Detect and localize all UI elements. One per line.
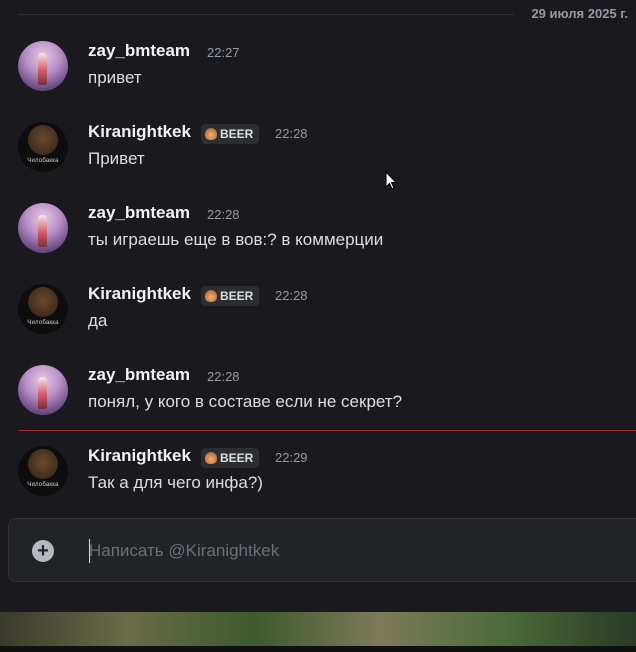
background-image-strip (0, 612, 636, 652)
message: Чилобакка Kiranightkek BEER 22:28 да (0, 284, 636, 354)
timestamp: 22:28 (275, 288, 308, 303)
plus-circle-icon[interactable]: + (32, 540, 54, 562)
divider-line (18, 14, 514, 15)
beer-icon (205, 452, 217, 464)
server-tag[interactable]: BEER (201, 124, 260, 144)
beer-icon (205, 128, 217, 140)
beer-icon (205, 290, 217, 302)
avatar-caption: Чилобакка (27, 482, 59, 488)
message-text: Привет (88, 149, 145, 168)
message: zay_bmteam 22:28 ты играешь еще в вов:? … (0, 203, 636, 273)
message-text: Так а для чего инфа?) (88, 473, 263, 492)
username[interactable]: zay_bmteam (88, 203, 190, 223)
message: Чилобакка Kiranightkek BEER 22:29 Так а … (0, 446, 636, 516)
message: zay_bmteam 22:28 понял, у кого в составе… (0, 365, 636, 435)
avatar[interactable] (18, 203, 68, 253)
timestamp: 22:27 (207, 45, 240, 60)
message-text: привет (88, 68, 142, 87)
chat-area: 29 июля 2025 г. zay_bmteam 22:27 привет … (0, 0, 636, 612)
message-composer: + (8, 518, 636, 582)
server-tag-label: BEER (220, 289, 254, 303)
mouse-cursor-icon (385, 171, 397, 190)
message-input[interactable] (89, 537, 589, 565)
avatar[interactable] (18, 365, 68, 415)
message-text: понял, у кого в составе если не секрет? (88, 392, 403, 411)
username[interactable]: Kiranightkek (88, 446, 191, 466)
server-tag-label: BEER (220, 127, 254, 141)
timestamp: 22:28 (207, 369, 240, 384)
server-tag[interactable]: BEER (201, 286, 260, 306)
avatar[interactable]: Чилобакка (18, 122, 68, 172)
date-divider: 29 июля 2025 г. (0, 0, 636, 28)
username[interactable]: Kiranightkek (88, 284, 191, 304)
timestamp: 22:28 (207, 207, 240, 222)
avatar-caption: Чилобакка (27, 320, 59, 326)
message-text: ты играешь еще в вов:? в коммерции (88, 230, 384, 249)
message-text: да (88, 311, 108, 330)
date-label: 29 июля 2025 г. (531, 6, 628, 21)
username[interactable]: Kiranightkek (88, 122, 191, 142)
avatar[interactable]: Чилобакка (18, 446, 68, 496)
new-messages-divider (18, 430, 636, 431)
avatar[interactable] (18, 41, 68, 91)
avatar-caption: Чилобакка (27, 158, 59, 164)
avatar[interactable]: Чилобакка (18, 284, 68, 334)
message: Чилобакка Kiranightkek BEER 22:28 Привет (0, 122, 636, 192)
username[interactable]: zay_bmteam (88, 365, 190, 385)
server-tag-label: BEER (220, 451, 254, 465)
timestamp: 22:28 (275, 126, 308, 141)
message: zay_bmteam 22:27 привет (0, 41, 636, 111)
server-tag[interactable]: BEER (201, 448, 260, 468)
timestamp: 22:29 (275, 450, 308, 465)
username[interactable]: zay_bmteam (88, 41, 190, 61)
